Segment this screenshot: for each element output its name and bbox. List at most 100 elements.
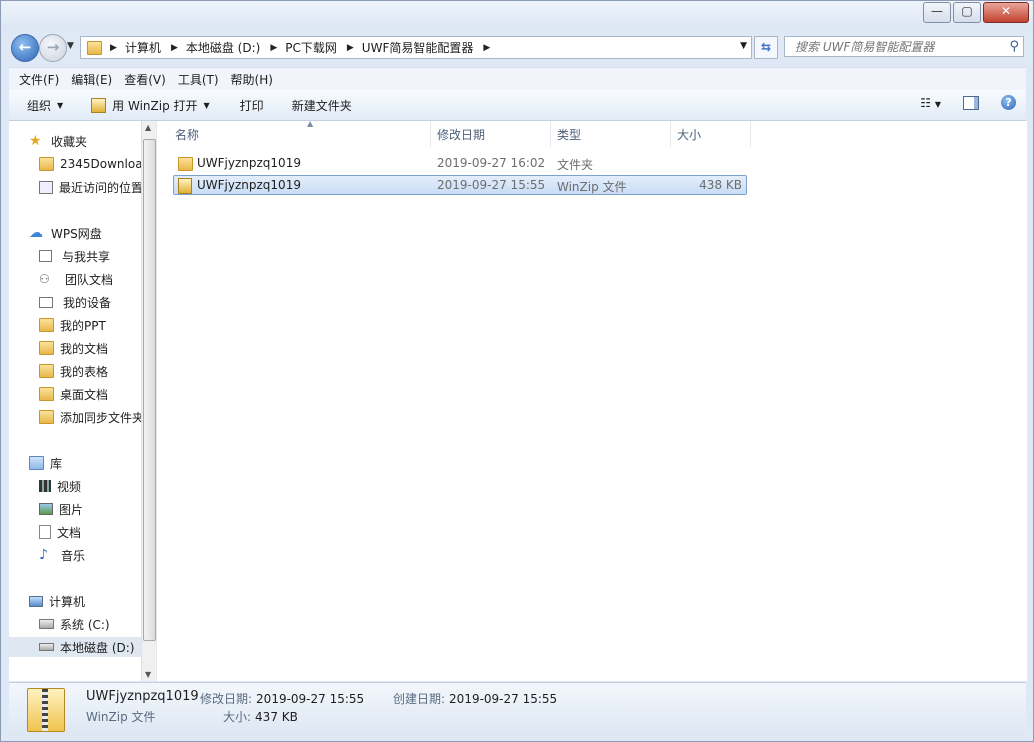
folder-icon: [39, 387, 54, 401]
menu-view[interactable]: 查看(V): [124, 71, 166, 88]
sidebar-item-drive-c[interactable]: 系统 (C:): [39, 614, 110, 634]
sidebar-item-my-devices[interactable]: 我的设备: [39, 292, 111, 312]
details-modified: 修改日期: 2019-09-27 15:55: [200, 692, 365, 706]
refresh-button[interactable]: ⇆: [754, 36, 778, 59]
maximize-button[interactable]: ▢: [953, 2, 981, 23]
sidebar-item-my-ppt[interactable]: 我的PPT: [39, 315, 106, 335]
menu-help[interactable]: 帮助(H): [231, 71, 273, 88]
sidebar-item-desktop-docs[interactable]: 桌面文档: [39, 384, 108, 404]
file-modified: 2019-09-27 15:55: [437, 178, 546, 192]
scrollbar-thumb[interactable]: [143, 139, 156, 641]
chevron-down-icon: ▼: [934, 99, 941, 109]
sidebar-item-videos[interactable]: 视频: [39, 476, 81, 496]
close-button[interactable]: ✕: [983, 2, 1029, 23]
folder-icon: [87, 40, 102, 55]
file-list: 名称 ▲ 修改日期 类型 大小 UWFjyznpzq1019 2019-09-27…: [156, 119, 1027, 681]
chevron-right-icon[interactable]: ▶: [270, 43, 277, 53]
sidebar-item-recent-places[interactable]: 最近访问的位置: [39, 177, 143, 197]
search-icon[interactable]: ⚲: [1009, 39, 1019, 54]
winzip-icon: [91, 97, 107, 113]
scroll-up-icon[interactable]: ▲: [145, 123, 151, 132]
breadcrumb-pc-download[interactable]: PC下载网: [285, 39, 337, 56]
scroll-down-icon[interactable]: ▼: [145, 670, 151, 679]
address-dropdown-icon[interactable]: ▼: [740, 41, 747, 51]
print-button[interactable]: 打印: [240, 97, 264, 114]
sidebar-item-team-docs[interactable]: ⚇ 团队文档: [39, 269, 113, 289]
file-modified: 2019-09-27 16:02: [437, 156, 546, 170]
user-icon: ⚇: [39, 272, 50, 286]
file-type: 文件夹: [557, 158, 594, 172]
details-file-type: WinZip 文件: [86, 710, 156, 724]
preview-pane-icon[interactable]: [963, 95, 979, 110]
search-input[interactable]: [793, 37, 1002, 57]
sidebar-item-shared-with-me[interactable]: 与我共享: [39, 246, 110, 266]
table-row[interactable]: UWFjyznpzq1019 2019-09-27 15:55 WinZip 文…: [173, 175, 747, 195]
search-box[interactable]: ⚲: [784, 36, 1024, 57]
command-bar: 组织 ▼ 用 WinZip 打开 ▼ 打印 新建文件夹 ☷ ▼ ?: [9, 90, 1026, 121]
sidebar-item-pictures[interactable]: 图片: [39, 499, 83, 519]
file-name: UWFjyznpzq1019: [197, 156, 301, 170]
folder-icon: [39, 364, 54, 378]
picture-icon: [39, 503, 53, 515]
details-pane: UWFjyznpzq1019 WinZip 文件 修改日期: 2019-09-27…: [9, 682, 1026, 736]
recent-pages-dropdown-icon[interactable]: ▼: [67, 41, 74, 51]
folder-icon: [39, 341, 54, 355]
star-icon: ★: [29, 133, 42, 149]
column-header-name[interactable]: 名称 ▲: [169, 119, 431, 147]
address-bar[interactable]: ▶ 计算机 ▶ 本地磁盘 (D:) ▶ PC下载网 ▶ UWF简易智能配置器 ▶…: [80, 36, 752, 59]
chevron-right-icon[interactable]: ▶: [483, 43, 490, 53]
sidebar-favorites[interactable]: ★ 收藏夹: [29, 131, 87, 151]
menu-edit[interactable]: 编辑(E): [71, 71, 112, 88]
library-icon: [29, 456, 44, 470]
back-button[interactable]: ←: [11, 34, 39, 62]
chevron-right-icon[interactable]: ▶: [347, 43, 354, 53]
device-icon: [39, 296, 53, 308]
view-options-icon[interactable]: ☷ ▼: [920, 96, 941, 110]
help-icon[interactable]: ?: [1001, 95, 1016, 110]
breadcrumb-computer[interactable]: 计算机: [125, 39, 161, 56]
chevron-right-icon[interactable]: ▶: [110, 43, 117, 53]
column-header-modified[interactable]: 修改日期: [431, 121, 551, 147]
folder-icon: [39, 157, 54, 171]
navigation-pane: ★ 收藏夹 2345Downloads 最近访问的位置 ☁ WPS网盘 与我共享 ⚇…: [9, 121, 155, 681]
menu-tools[interactable]: 工具(T): [178, 71, 219, 88]
breadcrumb-drive-d[interactable]: 本地磁盘 (D:): [186, 39, 260, 56]
sidebar-item-drive-d[interactable]: 本地磁盘 (D:): [9, 637, 149, 657]
chevron-right-icon[interactable]: ▶: [171, 43, 178, 53]
forward-button[interactable]: →: [39, 34, 67, 62]
sidebar-computer[interactable]: 计算机: [29, 591, 85, 611]
drive-icon: [39, 619, 54, 629]
file-name: UWFjyznpzq1019: [197, 178, 301, 192]
table-row[interactable]: UWFjyznpzq1019 2019-09-27 16:02 文件夹: [173, 154, 747, 174]
document-icon: [39, 525, 51, 539]
title-bar: — ▢ ✕: [1, 1, 1033, 31]
folder-icon: [39, 318, 54, 332]
menu-bar: 文件(F) 编辑(E) 查看(V) 工具(T) 帮助(H): [9, 67, 1026, 90]
recent-places-icon: [39, 180, 53, 194]
breadcrumb-uwf[interactable]: UWF简易智能配置器: [362, 39, 474, 56]
new-folder-button[interactable]: 新建文件夹: [292, 97, 352, 114]
chevron-down-icon: ▼: [203, 100, 210, 110]
sidebar-libraries[interactable]: 库: [29, 453, 62, 473]
folder-icon: [178, 157, 193, 171]
sidebar-item-add-sync-folder[interactable]: 添加同步文件夹: [39, 407, 144, 427]
menu-file[interactable]: 文件(F): [19, 71, 59, 88]
computer-icon: [29, 595, 43, 607]
sidebar-item-my-docs[interactable]: 我的文档: [39, 338, 108, 358]
details-size: 大小: 437 KB: [223, 710, 298, 724]
explorer-window: — ▢ ✕ ← → ▼ ▶ 计算机 ▶ 本地磁盘 (D:) ▶ PC下载网 ▶ …: [0, 0, 1034, 742]
sidebar-item-2345downloads[interactable]: 2345Downloads: [39, 154, 155, 174]
sidebar-scrollbar[interactable]: ▲ ▼: [141, 121, 156, 681]
open-with-winzip-button[interactable]: 用 WinZip 打开 ▼: [91, 97, 210, 114]
sidebar-item-my-sheets[interactable]: 我的表格: [39, 361, 108, 381]
column-header-type[interactable]: 类型: [551, 121, 671, 147]
column-header-size[interactable]: 大小: [671, 121, 751, 147]
organize-button[interactable]: 组织 ▼: [27, 97, 63, 114]
sidebar-item-documents[interactable]: 文档: [39, 522, 81, 542]
file-size: 438 KB: [699, 178, 742, 192]
chevron-down-icon: ▼: [57, 100, 64, 110]
sidebar-wps-drive[interactable]: ☁ WPS网盘: [29, 223, 102, 243]
sidebar-item-music[interactable]: ♪ 音乐: [39, 545, 85, 565]
winzip-icon: [178, 178, 192, 194]
minimize-button[interactable]: —: [923, 2, 951, 23]
